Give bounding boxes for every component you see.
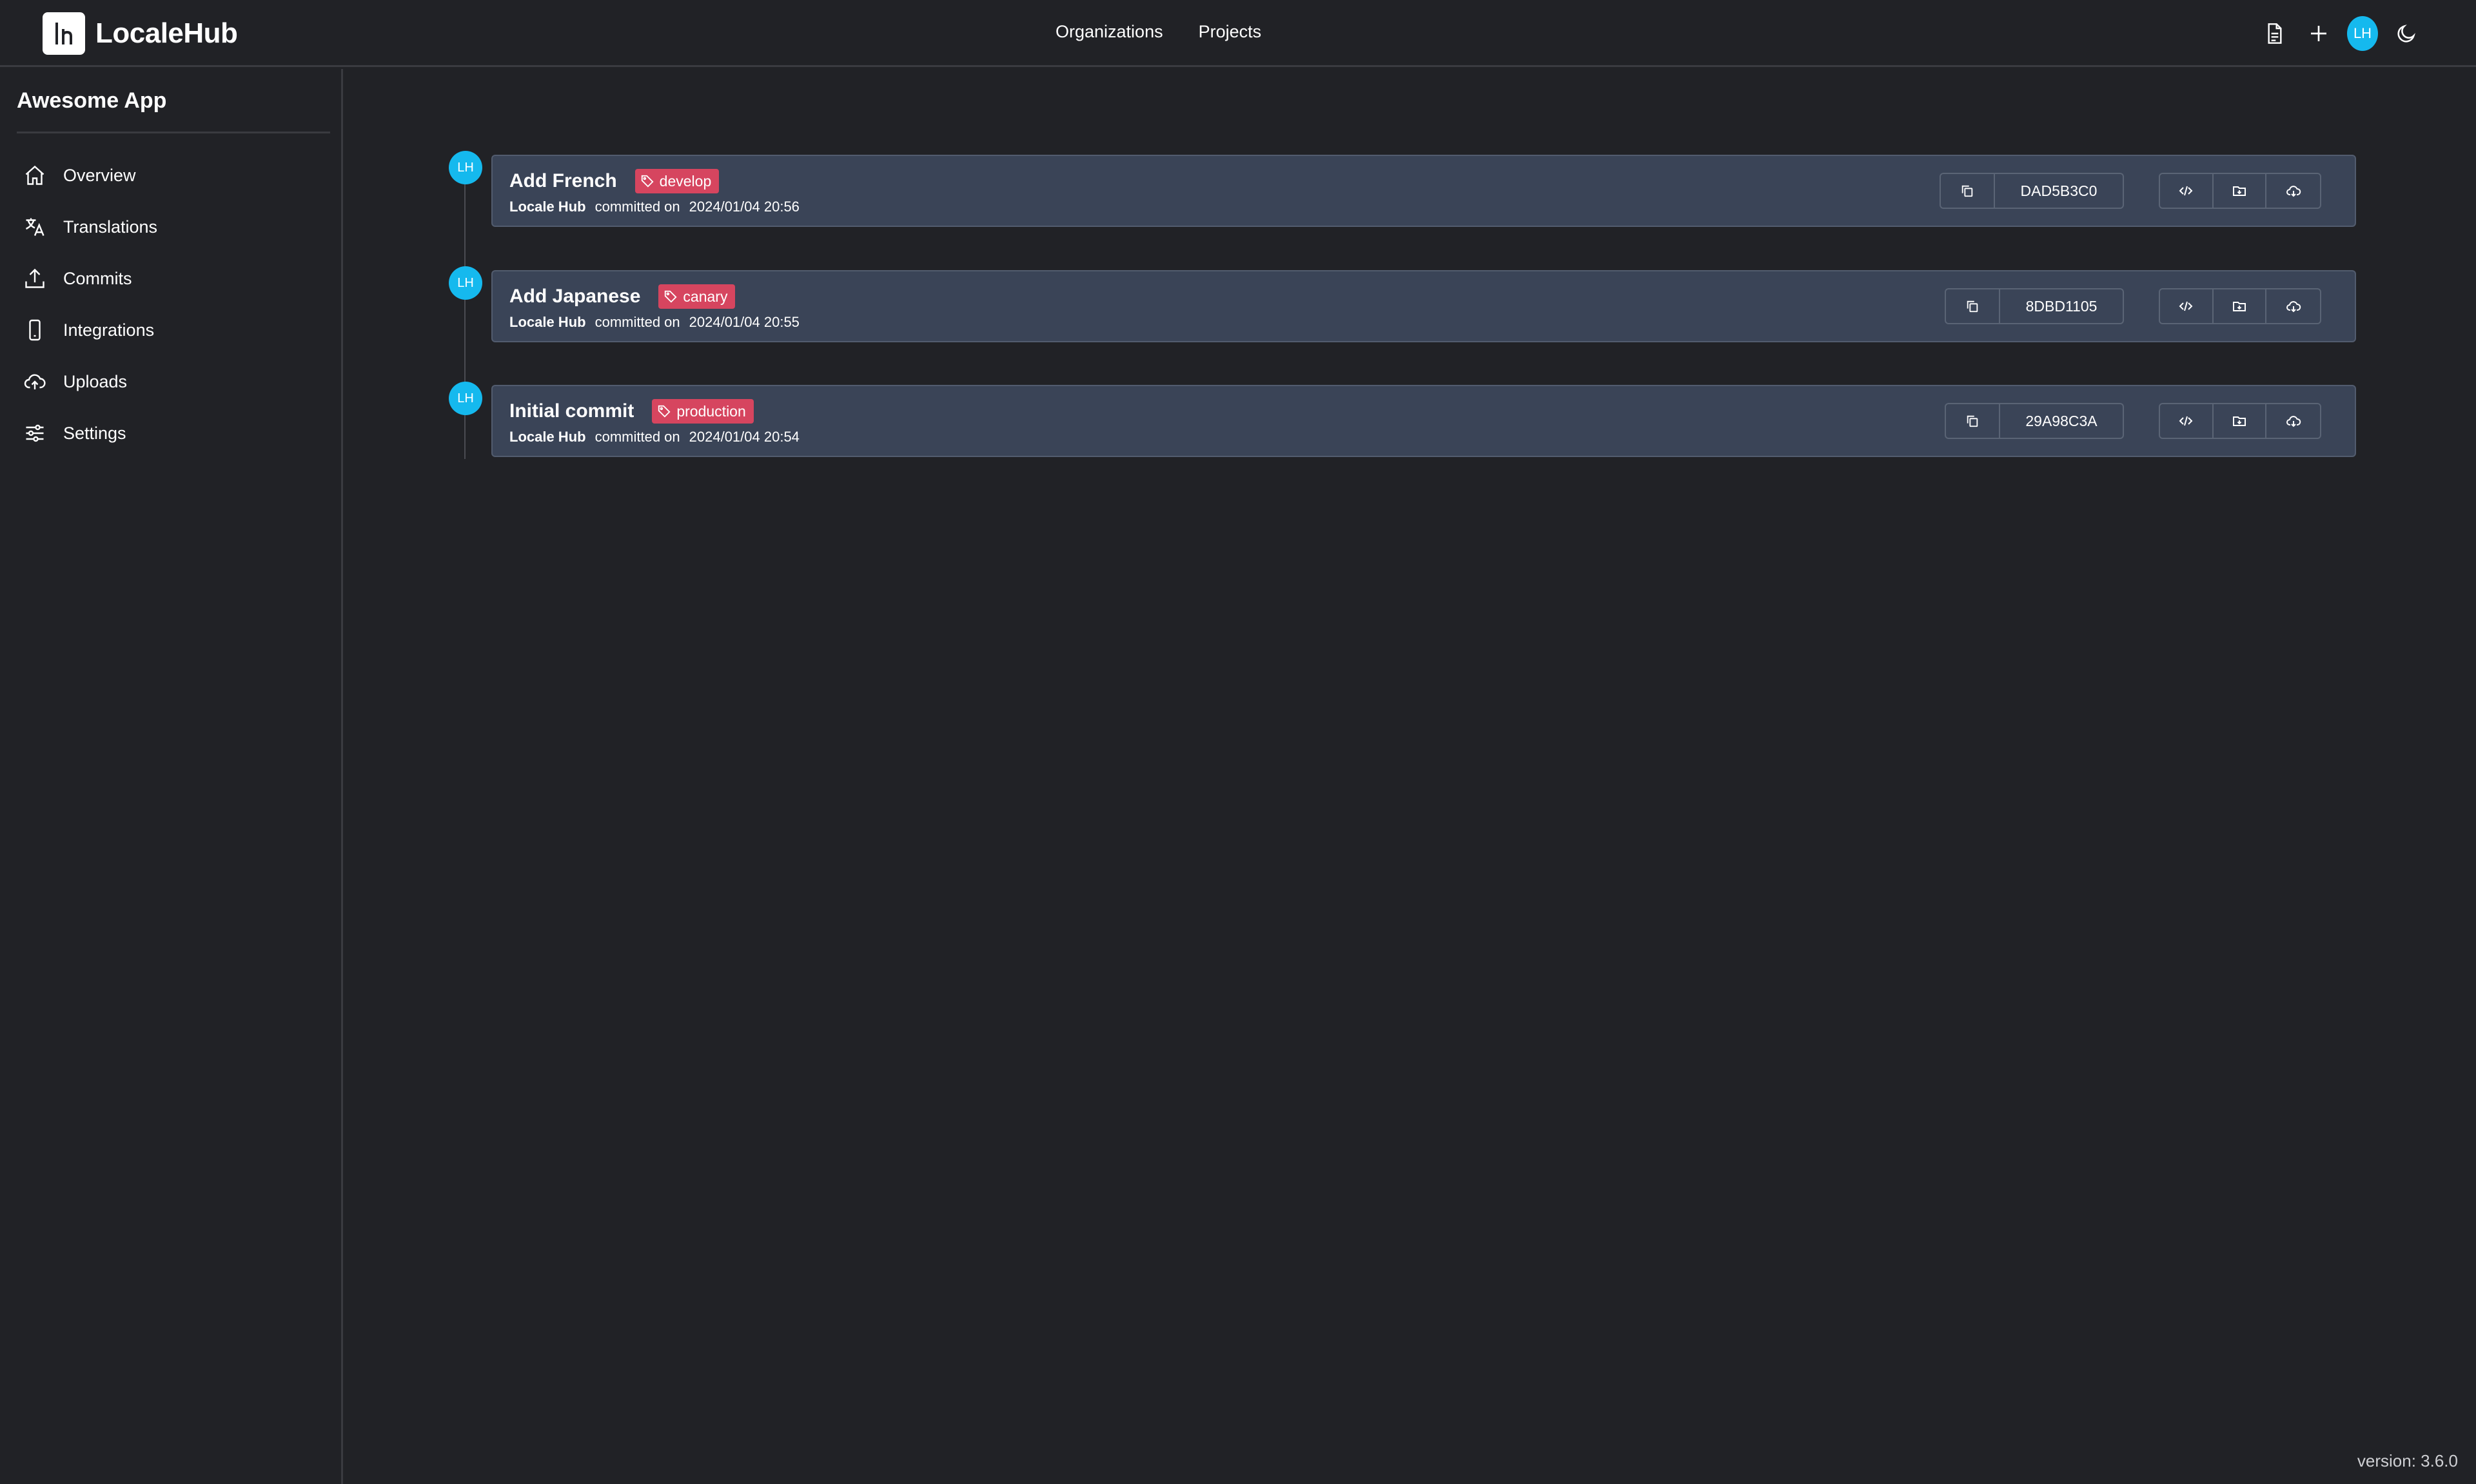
commit-title: Initial commit [509,400,634,422]
commit-actions [2159,173,2321,209]
commit-hash-group: 29A98C3A [1945,403,2124,439]
version-label: version: 3.6.0 [2357,1451,2458,1470]
commit-author: Locale Hub [509,314,586,330]
app-logo[interactable]: LocaleHub [43,12,238,55]
logo-icon [43,12,85,55]
folder-download-icon [2233,186,2246,196]
moon-icon[interactable] [2391,18,2422,49]
sidebar-item-label: Uploads [63,371,128,391]
sidebar-menu: Overview Translations Commits Integratio… [22,150,157,459]
commit-verb: committed on [594,199,680,215]
sidebar-item-translations[interactable]: Translations [22,201,157,253]
folder-download-icon [2233,416,2246,426]
tag-icon [665,290,677,303]
cloud-download-button[interactable] [2266,404,2320,438]
upload-icon [22,266,48,291]
nav-organizations[interactable]: Organizations [1056,22,1163,42]
sidebar: Awesome App Overview Translations Commit… [0,69,343,1484]
tag-label: canary [683,288,728,305]
cloud-download-icon [2286,416,2301,427]
plus-icon[interactable] [2303,18,2334,49]
sidebar-item-integrations[interactable]: Integrations [22,304,157,356]
avatar: LH [449,151,482,184]
download-folder-button[interactable] [2214,289,2267,323]
sidebar-divider [17,132,330,133]
code-icon [2179,186,2193,196]
header-actions: LH [2246,16,2422,51]
user-avatar-button[interactable]: LH [2347,16,2378,51]
top-nav: Organizations Projects [1056,22,1297,42]
commit-actions [2159,288,2321,324]
commit-card[interactable]: Add Japanese canary Locale Hub committed… [491,270,2356,342]
sidebar-item-overview[interactable]: Overview [22,150,157,201]
commit-hash[interactable]: 29A98C3A [2000,404,2123,438]
code-icon [2179,301,2193,311]
cloud-download-button[interactable] [2266,289,2320,323]
translate-icon [22,214,48,240]
copy-icon [1967,300,1978,313]
sidebar-item-commits[interactable]: Commits [22,253,157,304]
tag-badge[interactable]: production [652,399,754,424]
sidebar-item-label: Settings [63,423,126,443]
top-header: LocaleHub Organizations Projects LH [0,0,2476,67]
tag-label: develop [659,172,712,190]
sidebar-item-label: Integrations [63,320,155,340]
commit-verb: committed on [594,314,680,330]
sidebar-item-label: Commits [63,268,132,288]
commit-card[interactable]: Add French develop Locale Hub committed … [491,155,2356,227]
download-folder-button[interactable] [2214,404,2267,438]
sliders-icon [22,420,48,446]
avatar: LH [2347,16,2378,51]
code-icon [2179,416,2193,426]
timeline-line [464,169,466,459]
sidebar-item-uploads[interactable]: Uploads [22,356,157,407]
copy-hash-button[interactable] [1941,174,1995,208]
commit-author: Locale Hub [509,199,586,215]
commit-hash-group: DAD5B3C0 [1940,173,2124,209]
commit-date: 2024/01/04 20:55 [689,314,800,330]
copy-icon [1967,415,1978,427]
copy-icon [1961,185,1973,197]
cloud-upload-icon [22,369,48,395]
download-folder-button[interactable] [2214,174,2267,208]
sidebar-item-settings[interactable]: Settings [22,407,157,459]
tag-icon [641,175,654,188]
home-icon [22,162,48,188]
phone-icon [22,317,48,343]
commit-actions [2159,403,2321,439]
commit-title: Add French [509,170,617,191]
project-title: Awesome App [17,88,167,113]
tag-badge[interactable]: develop [634,169,720,193]
tag-badge[interactable]: canary [658,284,736,309]
view-code-button[interactable] [2160,174,2214,208]
cloud-download-icon [2286,186,2301,197]
sidebar-item-label: Translations [63,217,158,237]
sidebar-item-label: Overview [63,165,136,185]
commit-card[interactable]: Initial commit production Locale Hub com… [491,385,2356,457]
commit-verb: committed on [594,429,680,445]
copy-hash-button[interactable] [1946,404,2000,438]
view-code-button[interactable] [2160,404,2214,438]
commit-title: Add Japanese [509,286,641,307]
commit-date: 2024/01/04 20:54 [689,429,800,445]
folder-download-icon [2233,302,2246,311]
tag-label: production [676,402,746,420]
avatar: LH [449,266,482,300]
commit-date: 2024/01/04 20:56 [689,199,800,215]
avatar: LH [449,382,482,415]
cloud-download-icon [2286,301,2301,313]
commit-author: Locale Hub [509,429,586,445]
app-name: LocaleHub [95,17,238,49]
tag-icon [658,405,671,418]
view-code-button[interactable] [2160,289,2214,323]
commit-hash-group: 8DBD1105 [1945,288,2124,324]
cloud-download-button[interactable] [2266,174,2320,208]
commit-hash[interactable]: 8DBD1105 [2000,289,2123,323]
commit-hash[interactable]: DAD5B3C0 [1995,174,2123,208]
nav-projects[interactable]: Projects [1199,22,1262,42]
copy-hash-button[interactable] [1946,289,2000,323]
document-icon[interactable] [2259,18,2290,49]
